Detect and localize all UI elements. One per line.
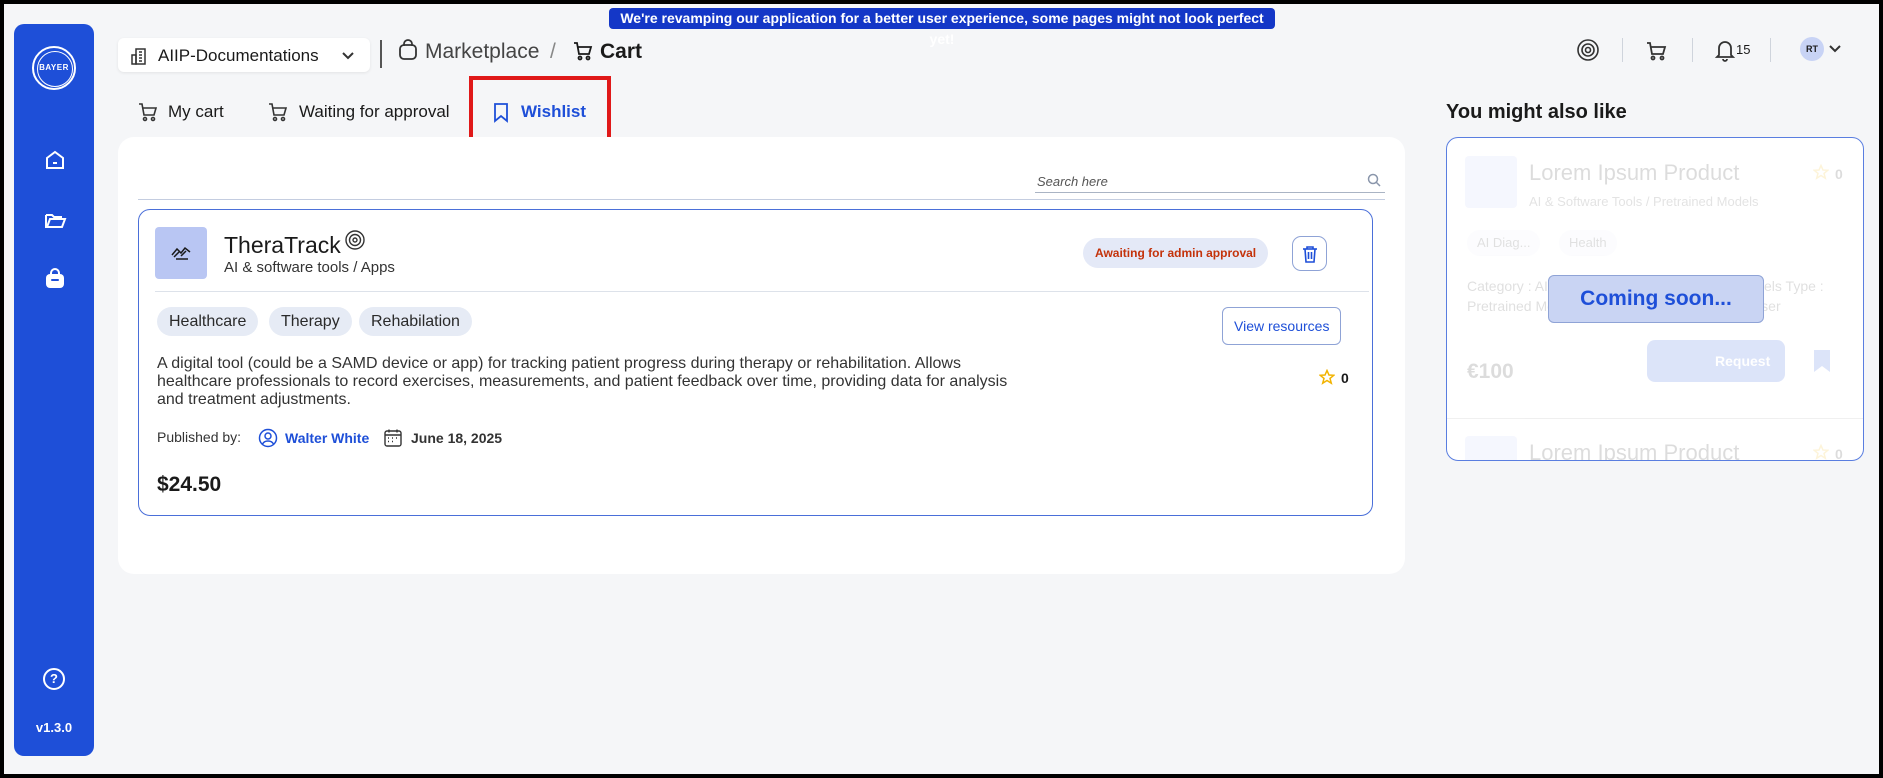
tab-label: My cart [168, 102, 224, 121]
header-separator [1622, 38, 1623, 62]
marketplace-bag-icon [399, 39, 417, 60]
user-icon [258, 428, 278, 448]
breadcrumb-separator: / [550, 40, 556, 63]
organization-select[interactable]: AIIP-Documentations [118, 38, 370, 72]
divider [138, 199, 1385, 200]
trash-icon [1303, 246, 1317, 263]
tag: AI Diag... [1467, 230, 1541, 256]
publisher-link[interactable]: Walter White [285, 430, 369, 446]
sidebar: BAYER ? v1.3.0 [14, 24, 94, 756]
bag-icon[interactable] [43, 267, 67, 291]
calendar-icon [384, 429, 402, 447]
breadcrumb-marketplace[interactable]: Marketplace [425, 40, 539, 64]
folder-icon[interactable] [43, 208, 67, 232]
building-icon [131, 48, 146, 65]
divider [1447, 418, 1863, 419]
product-thumbnail [155, 227, 207, 279]
published-by-label: Published by: [157, 429, 242, 445]
app-version: v1.3.0 [35, 720, 73, 735]
coming-soon-overlay: Coming soon... [1548, 275, 1764, 323]
header-separator [1770, 38, 1771, 62]
settings-badge-icon[interactable] [1575, 37, 1601, 63]
breadcrumb-current: Cart [600, 40, 643, 63]
avatar[interactable]: RT [1800, 37, 1824, 61]
tag: Therapy [269, 307, 352, 336]
logo-text: BAYER [39, 63, 69, 72]
organization-name: AIIP-Documentations [158, 46, 319, 65]
announcement-banner: We're revamping our application for a be… [609, 8, 1275, 47]
bell-icon[interactable] [1714, 38, 1736, 62]
search-input[interactable] [1037, 171, 1357, 191]
cart-icon [574, 42, 593, 61]
recommendation-thumbnail [1465, 436, 1517, 460]
publish-date: June 18, 2025 [411, 430, 503, 446]
home-icon[interactable] [43, 148, 67, 172]
wishlist-panel: TheraTrack AI & software tools / Apps Aw… [118, 137, 1405, 574]
star-icon [1813, 444, 1829, 460]
header-cart-icon[interactable] [1645, 39, 1669, 63]
request-button: Request [1647, 340, 1785, 382]
product-name[interactable]: TheraTrack [224, 232, 341, 259]
notifications-count: 15 [1736, 42, 1751, 57]
rating-value: 0 [1835, 446, 1843, 461]
recommendation-price: €100 [1467, 360, 1514, 383]
product-card: TheraTrack AI & software tools / Apps Aw… [138, 209, 1373, 516]
verified-badge-icon [345, 230, 365, 250]
rating-value: 0 [1835, 166, 1843, 182]
recommendation-name: Lorem Ipsum Product [1529, 440, 1740, 461]
recommendation-thumbnail [1465, 156, 1517, 208]
tag: Rehabilation [359, 307, 472, 336]
chevron-down-icon[interactable] [1828, 42, 1842, 56]
status-badge: Awaiting for admin approval [1083, 238, 1269, 268]
card-divider [155, 291, 1369, 292]
recommendation-category: AI & Software Tools / Pretrained Models [1529, 194, 1759, 209]
bayer-logo[interactable]: BAYER [32, 46, 76, 90]
chevron-down-icon [342, 52, 354, 60]
product-description: A digital tool (could be a SAMD device o… [157, 355, 1008, 408]
product-category: AI & software tools / Apps [224, 259, 395, 276]
bookmark-icon [1814, 350, 1830, 372]
product-icon [171, 246, 191, 260]
recommendations-title: You might also like [1446, 101, 1627, 123]
star-icon [1813, 164, 1829, 180]
header-separator [1692, 38, 1693, 62]
delete-button[interactable] [1292, 236, 1327, 271]
recommendation-name: Lorem Ipsum Product [1529, 160, 1740, 185]
tab-waiting-for-approval[interactable]: Waiting for approval [267, 100, 467, 126]
tag: Health [1559, 230, 1617, 256]
cart-clock-icon [269, 103, 288, 122]
view-resources-button[interactable]: View resources [1222, 307, 1342, 345]
star-icon [1319, 369, 1335, 385]
header-divider [380, 40, 382, 68]
search-box [1035, 169, 1385, 193]
recommendations-panel: Lorem Ipsum Product AI & Software Tools … [1446, 137, 1864, 461]
product-price: $24.50 [157, 473, 222, 496]
help-icon[interactable]: ? [43, 668, 65, 690]
tag: Healthcare [157, 307, 259, 336]
cart-icon [139, 103, 158, 122]
request-label: Request [1715, 353, 1771, 369]
annotation-highlight-box [469, 76, 611, 144]
rating-value: 0 [1341, 370, 1349, 386]
search-icon[interactable] [1367, 173, 1381, 187]
tab-label: Waiting for approval [299, 102, 450, 121]
tab-my-cart[interactable]: My cart [137, 100, 237, 126]
